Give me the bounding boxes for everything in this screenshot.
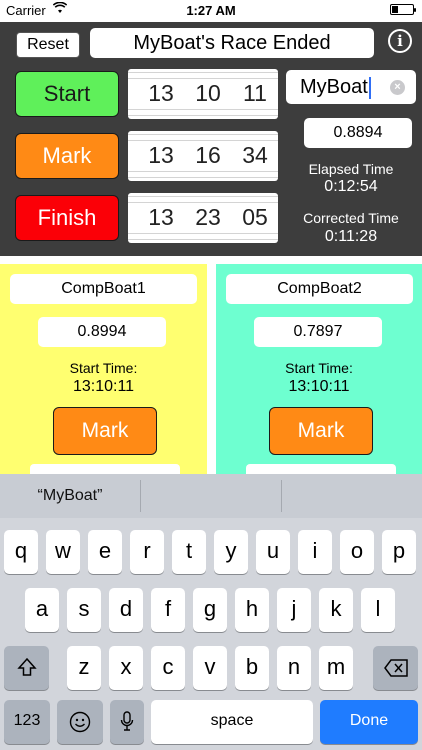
done-key[interactable]: Done bbox=[320, 700, 418, 744]
competitor-panel-1: CompBoat1 0.8994 Start Time: 13:10:11 Ma… bbox=[0, 264, 207, 478]
mark-second[interactable]: 34 bbox=[235, 142, 275, 169]
start-time-picker[interactable]: 13 10 11 bbox=[128, 69, 278, 119]
mark-hour[interactable]: 13 bbox=[141, 142, 181, 169]
competitor-start-value: 13:10:11 bbox=[288, 378, 350, 395]
competitor-panel-2: CompBoat2 0.7897 Start Time: 13:10:11 Ma… bbox=[216, 264, 422, 478]
finish-time-picker[interactable]: 13 23 05 bbox=[128, 193, 278, 243]
key-x[interactable]: x bbox=[109, 646, 143, 690]
reset-button[interactable]: Reset bbox=[16, 32, 80, 58]
finish-hour[interactable]: 13 bbox=[141, 204, 181, 231]
finish-second[interactable]: 05 bbox=[235, 204, 275, 231]
key-o[interactable]: o bbox=[340, 530, 374, 574]
key-k[interactable]: k bbox=[319, 588, 353, 632]
key-l[interactable]: l bbox=[361, 588, 395, 632]
elapsed-time-value: 0:12:54 bbox=[324, 178, 378, 195]
finish-button[interactable]: Finish bbox=[15, 195, 119, 241]
backspace-icon[interactable] bbox=[373, 646, 418, 690]
suggestion-item[interactable] bbox=[282, 474, 422, 518]
elapsed-time-label: Elapsed Time bbox=[308, 161, 394, 177]
microphone-icon[interactable] bbox=[110, 700, 144, 744]
mark-minute[interactable]: 16 bbox=[188, 142, 228, 169]
clear-text-icon[interactable]: × bbox=[390, 80, 405, 95]
info-icon[interactable]: i bbox=[388, 29, 412, 53]
key-y[interactable]: y bbox=[214, 530, 248, 574]
start-button[interactable]: Start bbox=[15, 71, 119, 117]
key-e[interactable]: e bbox=[88, 530, 122, 574]
start-hour[interactable]: 13 bbox=[141, 80, 181, 107]
key-q[interactable]: q bbox=[4, 530, 38, 574]
key-p[interactable]: p bbox=[382, 530, 416, 574]
competitor-name-field[interactable]: CompBoat1 bbox=[10, 274, 197, 304]
space-key[interactable]: space bbox=[151, 700, 313, 744]
battery-icon bbox=[390, 4, 416, 15]
key-d[interactable]: d bbox=[109, 588, 143, 632]
corrected-time-value: 0:11:28 bbox=[324, 228, 378, 245]
key-g[interactable]: g bbox=[193, 588, 227, 632]
competitor-start-label: Start Time: bbox=[285, 360, 353, 376]
key-v[interactable]: v bbox=[193, 646, 227, 690]
mark-time-picker[interactable]: 13 16 34 bbox=[128, 131, 278, 181]
shift-icon[interactable] bbox=[4, 646, 49, 690]
race-panel: Reset MyBoat's Race Ended i Start Mark F… bbox=[0, 22, 422, 256]
key-i[interactable]: i bbox=[298, 530, 332, 574]
boat-handicap-field[interactable]: 0.8894 bbox=[304, 118, 412, 148]
competitor-mark-button[interactable]: Mark bbox=[269, 407, 373, 455]
boat-name-text: MyBoat bbox=[300, 76, 368, 98]
competitor-start-value: 13:10:11 bbox=[72, 378, 135, 395]
key-w[interactable]: w bbox=[46, 530, 80, 574]
mark-button[interactable]: Mark bbox=[15, 133, 119, 179]
competitor-start-label: Start Time: bbox=[69, 360, 138, 376]
status-time: 1:27 AM bbox=[186, 3, 236, 18]
start-minute[interactable]: 10 bbox=[188, 80, 228, 107]
emoji-icon[interactable] bbox=[57, 700, 103, 744]
competitor-name-field[interactable]: CompBoat2 bbox=[226, 274, 413, 304]
key-b[interactable]: b bbox=[235, 646, 269, 690]
keyboard: “MyBoat” qwertyuiop asdfghjkl zxcvbnm 12… bbox=[0, 474, 422, 750]
key-a[interactable]: a bbox=[25, 588, 59, 632]
suggestion-item[interactable]: “MyBoat” bbox=[0, 474, 140, 518]
key-t[interactable]: t bbox=[172, 530, 206, 574]
competitor-mark-button[interactable]: Mark bbox=[53, 407, 157, 455]
competitor-handicap-field[interactable]: 0.7897 bbox=[254, 317, 382, 347]
suggestion-bar: “MyBoat” bbox=[0, 474, 422, 518]
competitor-handicap-field[interactable]: 0.8994 bbox=[38, 317, 166, 347]
key-j[interactable]: j bbox=[277, 588, 311, 632]
key-c[interactable]: c bbox=[151, 646, 185, 690]
finish-minute[interactable]: 23 bbox=[188, 204, 228, 231]
status-bar: Carrier 1:27 AM bbox=[0, 0, 422, 22]
key-s[interactable]: s bbox=[67, 588, 101, 632]
start-second[interactable]: 11 bbox=[235, 80, 275, 107]
key-m[interactable]: m bbox=[319, 646, 353, 690]
key-h[interactable]: h bbox=[235, 588, 269, 632]
numbers-key[interactable]: 123 bbox=[4, 700, 50, 744]
text-caret bbox=[368, 76, 371, 99]
race-title: MyBoat's Race Ended bbox=[90, 28, 374, 58]
corrected-time-label: Corrected Time bbox=[303, 210, 399, 226]
key-n[interactable]: n bbox=[277, 646, 311, 690]
key-z[interactable]: z bbox=[67, 646, 101, 690]
key-f[interactable]: f bbox=[151, 588, 185, 632]
key-r[interactable]: r bbox=[130, 530, 164, 574]
key-u[interactable]: u bbox=[256, 530, 290, 574]
suggestion-item[interactable] bbox=[141, 474, 281, 518]
